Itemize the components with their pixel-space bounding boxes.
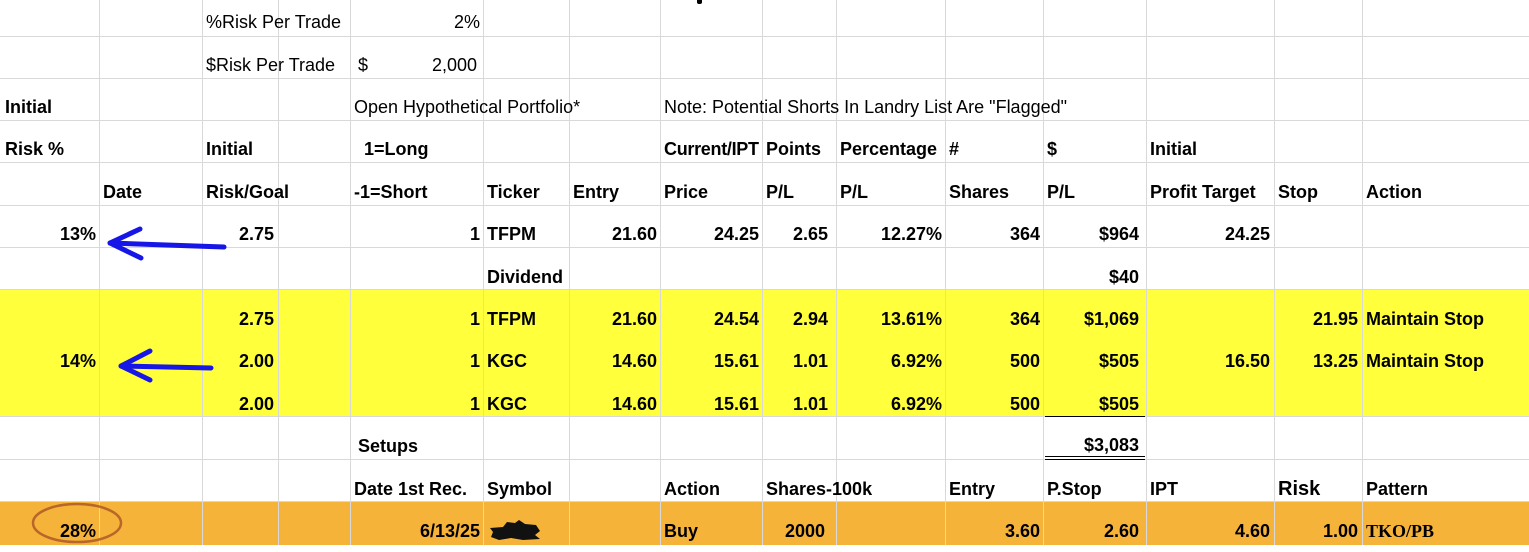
cell-direction[interactable]: 1 (350, 383, 480, 425)
setup-header-entry: Entry (949, 479, 996, 499)
cell-action[interactable]: Maintain Stop (1366, 298, 1526, 340)
header-long: 1=Long (364, 139, 429, 159)
risk-dollar-label: $Risk Per Trade (206, 55, 336, 75)
cell-ticker[interactable]: KGC (487, 383, 567, 425)
cell-action[interactable]: Maintain Stop (1366, 340, 1526, 382)
cell-direction[interactable]: 1 (350, 298, 480, 340)
cell-risk-goal[interactable]: 2.75 (202, 213, 274, 255)
dividend-label: Dividend (487, 267, 564, 287)
cell-ticker[interactable]: TFPM (487, 213, 567, 255)
header-entry: Entry (573, 182, 620, 202)
cell-risk-goal[interactable]: 2.75 (202, 298, 274, 340)
cell-ticker[interactable]: TFPM (487, 298, 567, 340)
header-short: -1=Short (354, 182, 428, 202)
cell-entry[interactable]: 14.60 (569, 340, 657, 382)
cell-risk[interactable]: 1.00 (1274, 510, 1358, 552)
cell-target[interactable]: 24.25 (1146, 213, 1270, 255)
header-pl-points: P/L (766, 182, 795, 202)
header-pl-pct: P/L (840, 182, 869, 202)
cell-direction[interactable]: 1 (350, 340, 480, 382)
header-initial-right: Initial (1150, 139, 1198, 159)
cell-pct[interactable]: 12.27% (836, 213, 942, 255)
header-profit-target: Profit Target (1150, 182, 1256, 202)
header-price: Price (664, 182, 709, 202)
setups-label: Setups (358, 436, 419, 456)
cell-points[interactable]: 1.01 (762, 340, 828, 382)
cell-pct[interactable]: 6.92% (836, 340, 942, 382)
header-shares: Shares (949, 182, 1010, 202)
cell-pstop[interactable]: 2.60 (1043, 510, 1139, 552)
cell-points[interactable]: 2.65 (762, 213, 828, 255)
header-points: Points (766, 139, 822, 159)
dividend-value[interactable]: $40 (1043, 256, 1139, 298)
cell-stop[interactable]: 21.95 (1274, 298, 1358, 340)
header-risk-goal: Risk/Goal (206, 182, 290, 202)
cell-risk-pct[interactable]: 13% (0, 213, 96, 255)
cell-target[interactable]: 16.50 (1146, 340, 1270, 382)
setup-header-ipt: IPT (1150, 479, 1179, 499)
cell-pattern[interactable]: TKO/PB (1366, 510, 1526, 552)
cell-stop[interactable]: 13.25 (1274, 340, 1358, 382)
header-initial: Initial (206, 139, 254, 159)
cell-pl[interactable]: $964 (1043, 213, 1139, 255)
sum-underline (1045, 416, 1145, 417)
cell-risk-pct[interactable]: 14% (0, 340, 96, 382)
setup-header-pattern: Pattern (1366, 479, 1429, 499)
setup-header-action: Action (664, 479, 720, 499)
header-pl-dollar: P/L (1047, 182, 1076, 202)
cell-entry[interactable]: 21.60 (569, 213, 657, 255)
cell-entry[interactable]: 14.60 (569, 383, 657, 425)
cell-risk-pct[interactable]: 28% (0, 510, 96, 552)
cell-ipt[interactable]: 4.60 (1146, 510, 1270, 552)
risk-pct-header: Risk % (5, 139, 65, 159)
cell-price[interactable]: 24.54 (660, 298, 759, 340)
total-pl[interactable]: $3,083 (1043, 424, 1139, 466)
setup-header-risk: Risk (1278, 478, 1321, 500)
portfolio-label: Open Hypothetical Portfolio* (354, 97, 581, 117)
cell-shares[interactable]: 500 (945, 383, 1040, 425)
cell-pl[interactable]: $505 (1043, 340, 1139, 382)
header-stop: Stop (1278, 182, 1318, 202)
setup-header-pstop: P.Stop (1047, 479, 1102, 499)
setup-header-symbol: Symbol (487, 479, 553, 499)
cell-shares[interactable]: 2000 (785, 510, 865, 552)
setup-header-shares: Shares-100k (766, 479, 873, 499)
header-action: Action (1366, 182, 1422, 202)
risk-dollar-value[interactable]: 2,000 (380, 44, 477, 86)
cell-points[interactable]: 2.94 (762, 298, 828, 340)
cell-price[interactable]: 15.61 (660, 340, 759, 382)
header-current: Current/IPT (664, 139, 759, 159)
cell-action[interactable]: Buy (664, 510, 759, 552)
setup-header-date: Date 1st Rec. (354, 479, 468, 499)
cell-direction[interactable]: 1 (350, 213, 480, 255)
cell-pct[interactable]: 6.92% (836, 383, 942, 425)
cell-shares[interactable]: 364 (945, 213, 1040, 255)
risk-dollar-sign: $ (358, 55, 369, 75)
cell-pct[interactable]: 13.61% (836, 298, 942, 340)
cell-entry[interactable]: 3.60 (945, 510, 1040, 552)
cell-shares[interactable]: 364 (945, 298, 1040, 340)
initial-label: Initial (5, 97, 53, 117)
header-date: Date (103, 182, 143, 202)
cell-price[interactable]: 24.25 (660, 213, 759, 255)
cell-risk-goal[interactable]: 2.00 (202, 340, 274, 382)
redacted-symbol (489, 519, 541, 541)
header-percentage: Percentage (840, 139, 938, 159)
cell-date[interactable]: 6/13/25 (350, 510, 480, 552)
shorts-note: Note: Potential Shorts In Landry List Ar… (664, 97, 1068, 117)
risk-pct-value[interactable]: 2% (352, 1, 480, 43)
cell-entry[interactable]: 21.60 (569, 298, 657, 340)
cell-pl[interactable]: $1,069 (1043, 298, 1139, 340)
header-hash: # (949, 139, 960, 159)
cell-fragment-mark (697, 0, 702, 4)
cell-shares[interactable]: 500 (945, 340, 1040, 382)
cell-price[interactable]: 15.61 (660, 383, 759, 425)
cell-points[interactable]: 1.01 (762, 383, 828, 425)
risk-pct-label: %Risk Per Trade (206, 12, 342, 32)
header-ticker: Ticker (487, 182, 540, 202)
cell-ticker[interactable]: KGC (487, 340, 567, 382)
cell-risk-goal[interactable]: 2.00 (202, 383, 274, 425)
header-dollar: $ (1047, 139, 1058, 159)
cell-pl[interactable]: $505 (1043, 383, 1139, 425)
